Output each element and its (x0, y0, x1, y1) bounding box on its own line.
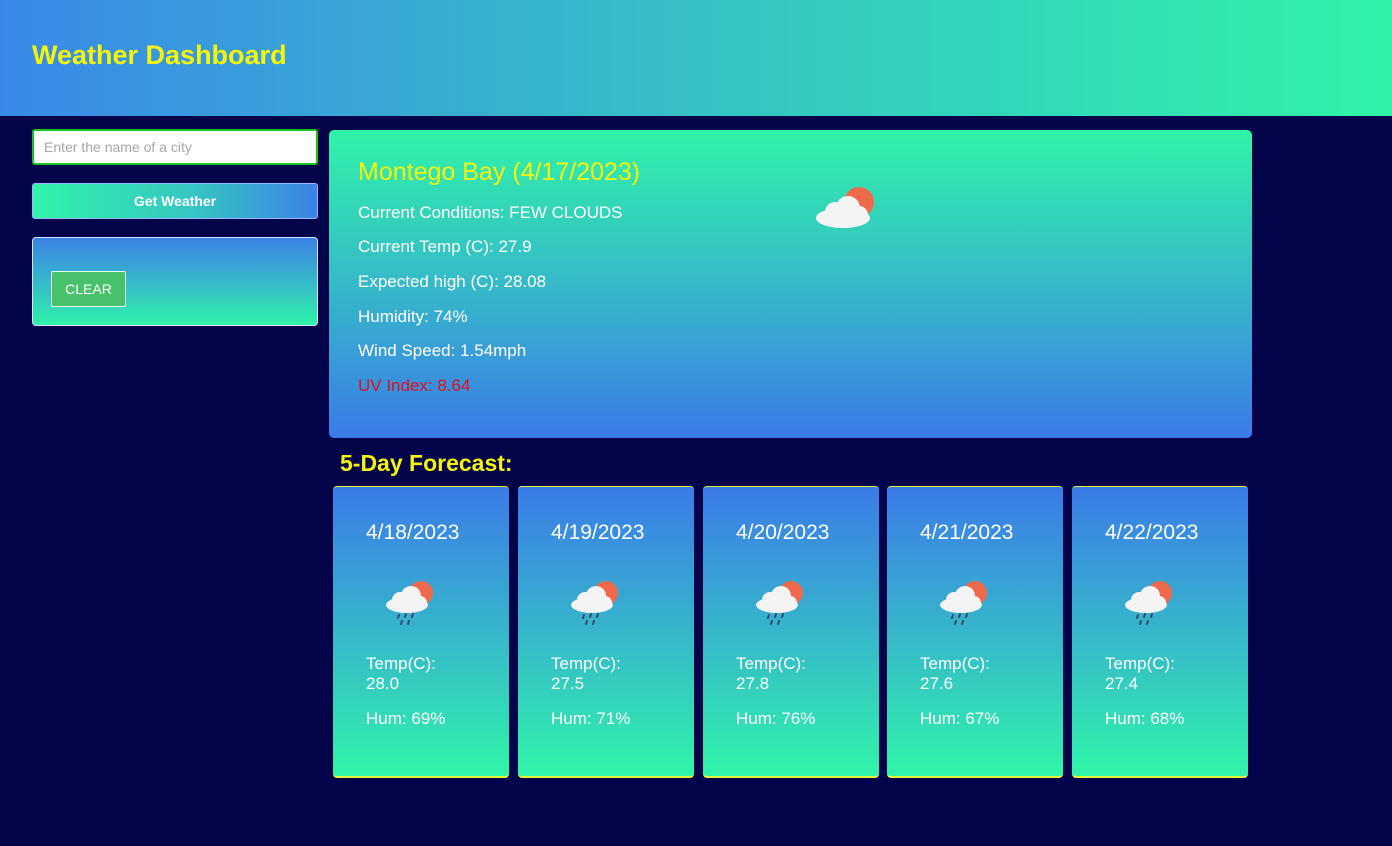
forecast-temp-value: 27.4 (1105, 674, 1139, 693)
forecast-humidity: Hum: 71% (551, 709, 631, 728)
forecast-temp-label: Temp(C): (1105, 654, 1175, 673)
forecast-card: 4/20/2023 Temp(C): 27.8 Hum: 76% (703, 486, 879, 778)
forecast-temp-label: Temp(C): (736, 654, 806, 673)
forecast-card: 4/21/2023 Temp(C): 27.6 Hum: 67% (887, 486, 1063, 778)
forecast-date: 4/19/2023 (551, 521, 645, 544)
rain-clouds-icon (571, 581, 618, 625)
forecast-temp-value: 27.5 (551, 674, 585, 693)
current-humidity: Humidity: 74% (358, 307, 468, 326)
forecast-temp-value: 27.8 (736, 674, 770, 693)
current-weather-card: Montego Bay (4/17/2023) Current Conditio… (329, 130, 1252, 438)
wind-speed: Wind Speed: 1.54mph (358, 341, 527, 360)
forecast-date: 4/18/2023 (366, 521, 460, 544)
current-city-title: Montego Bay (4/17/2023) (358, 158, 641, 186)
app-header: Weather Dashboard (0, 0, 1392, 116)
forecast-humidity: Hum: 68% (1105, 709, 1185, 728)
clear-button[interactable]: CLEAR (51, 271, 126, 307)
forecast-temp-label: Temp(C): (920, 654, 990, 673)
search-history-panel: CLEAR (32, 237, 318, 326)
current-conditions: Current Conditions: FEW CLOUDS (358, 203, 623, 222)
page-title: Weather Dashboard (32, 40, 287, 70)
forecast-humidity: Hum: 67% (920, 709, 1000, 728)
city-search-input[interactable] (32, 129, 318, 165)
few-clouds-icon (816, 187, 874, 228)
forecast-humidity: Hum: 69% (366, 709, 446, 728)
rain-clouds-icon (386, 581, 433, 625)
expected-high: Expected high (C): 28.08 (358, 272, 547, 291)
forecast-card: 4/19/2023 Temp(C): 27.5 Hum: 71% (518, 486, 694, 778)
get-weather-button[interactable]: Get Weather (32, 183, 318, 219)
forecast-card: 4/18/2023 Temp(C): 28.0 Hum: 69% (333, 486, 509, 778)
forecast-title: 5-Day Forecast: (340, 450, 513, 476)
forecast-temp-value: 27.6 (920, 674, 954, 693)
forecast-temp-value: 28.0 (366, 674, 400, 693)
forecast-humidity: Hum: 76% (736, 709, 816, 728)
rain-clouds-icon (940, 581, 987, 625)
forecast-card: 4/22/2023 Temp(C): 27.4 Hum: 68% (1072, 486, 1248, 778)
current-temp: Current Temp (C): 27.9 (358, 237, 532, 256)
uv-index: UV Index: 8.64 (358, 376, 471, 395)
forecast-temp-label: Temp(C): (366, 654, 436, 673)
forecast-date: 4/22/2023 (1105, 521, 1199, 544)
forecast-temp-label: Temp(C): (551, 654, 621, 673)
rain-clouds-icon (1125, 581, 1172, 625)
forecast-date: 4/20/2023 (736, 521, 830, 544)
rain-clouds-icon (756, 581, 803, 625)
forecast-date: 4/21/2023 (920, 521, 1014, 544)
